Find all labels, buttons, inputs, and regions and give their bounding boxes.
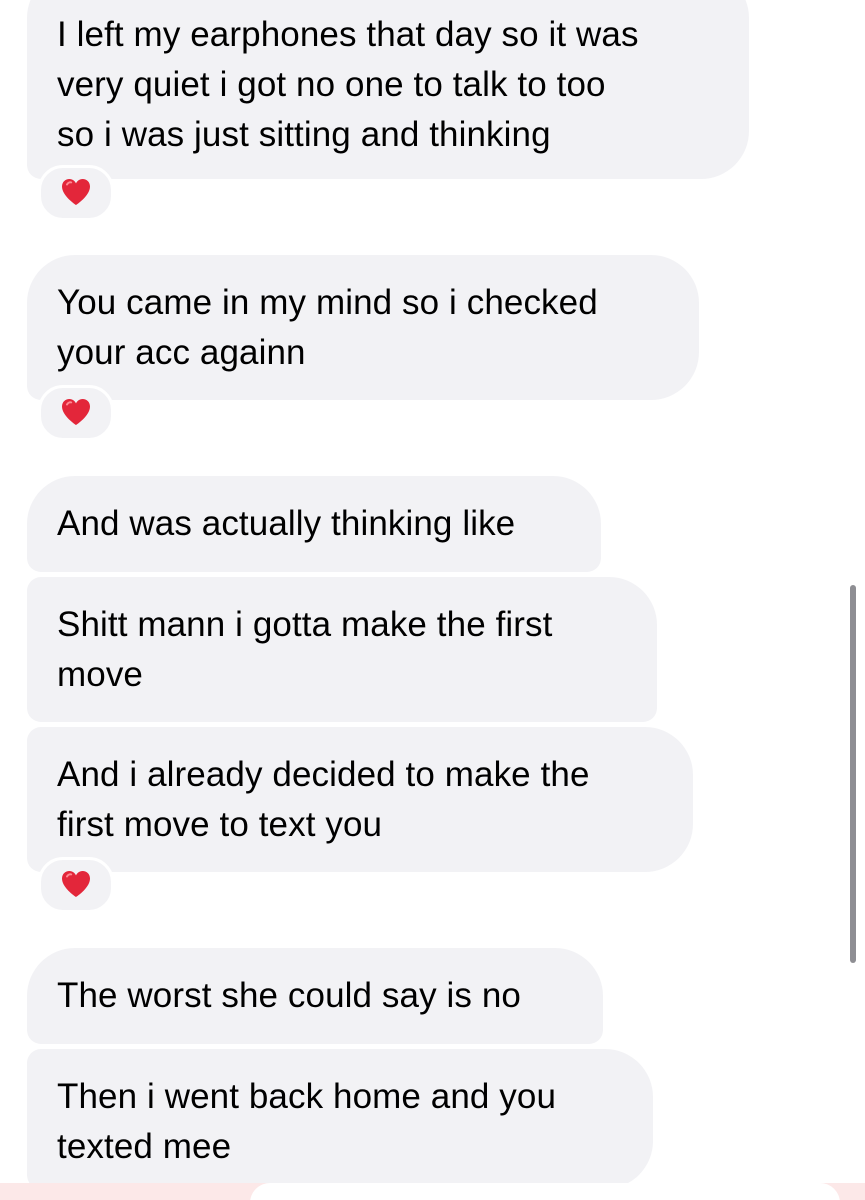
- message-text-4: Shitt mann i gotta make the first move: [57, 605, 553, 694]
- bottom-edge-pill: [250, 1183, 840, 1200]
- chat-screen: I left my earphones that day so it was v…: [0, 0, 865, 1200]
- message-text-3: And was actually thinking like: [57, 504, 516, 543]
- message-bubble-6[interactable]: The worst she could say is no: [27, 948, 603, 1044]
- message-bubble-7[interactable]: Then i went back home and you texted mee: [27, 1049, 653, 1189]
- message-bubble-4[interactable]: Shitt mann i gotta make the first move: [27, 577, 657, 722]
- scrollbar[interactable]: [850, 585, 856, 963]
- message-bubble-1[interactable]: I left my earphones that day so it was v…: [27, 0, 749, 179]
- red-heart-icon: [62, 399, 90, 425]
- reaction-badge-3[interactable]: [38, 857, 114, 913]
- message-text-1: I left my earphones that day so it was v…: [57, 15, 639, 154]
- message-bubble-3[interactable]: And was actually thinking like: [27, 476, 601, 572]
- red-heart-icon: [62, 871, 90, 897]
- message-text-2: You came in my mind so i checked your ac…: [57, 283, 598, 372]
- reaction-badge-2[interactable]: [38, 385, 114, 441]
- message-text-5: And i already decided to make the first …: [57, 755, 590, 844]
- red-heart-icon: [62, 179, 90, 205]
- message-bubble-5[interactable]: And i already decided to make the first …: [27, 727, 693, 872]
- message-bubble-2[interactable]: You came in my mind so i checked your ac…: [27, 255, 699, 400]
- message-text-7: Then i went back home and you texted mee: [57, 1077, 557, 1166]
- message-text-6: The worst she could say is no: [57, 976, 521, 1015]
- reaction-badge-1[interactable]: [38, 165, 114, 221]
